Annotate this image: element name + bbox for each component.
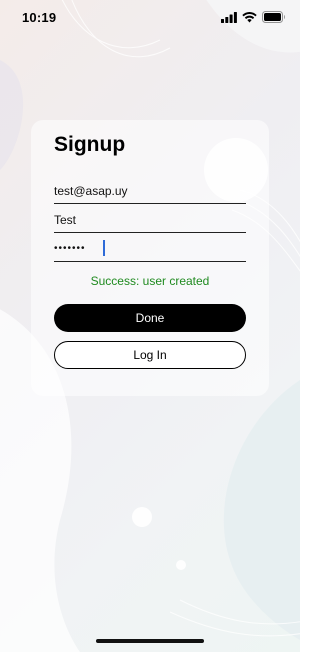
- email-field[interactable]: test@asap.uy: [54, 181, 246, 204]
- signup-screen: 10:19 Signup test@asap.uy Test ••••••• S…: [0, 0, 300, 652]
- name-field[interactable]: Test: [54, 210, 246, 233]
- text-caret: [103, 240, 105, 256]
- name-value: Test: [54, 213, 77, 227]
- login-button[interactable]: Log In: [54, 341, 246, 369]
- status-message: Success: user created: [90, 274, 210, 288]
- wifi-icon: [242, 11, 257, 22]
- page-title: Signup: [54, 133, 126, 156]
- signal-icon: [221, 11, 237, 23]
- password-masked-value: •••••••: [54, 243, 86, 254]
- status-time: 10:19: [22, 10, 57, 25]
- status-icons: [221, 11, 286, 23]
- done-button[interactable]: Done: [54, 304, 246, 332]
- status-bar: 10:19: [0, 0, 300, 34]
- battery-icon: [262, 11, 285, 23]
- home-indicator[interactable]: [96, 639, 204, 643]
- email-value: test@asap.uy: [54, 184, 128, 198]
- password-field[interactable]: •••••••: [54, 239, 246, 262]
